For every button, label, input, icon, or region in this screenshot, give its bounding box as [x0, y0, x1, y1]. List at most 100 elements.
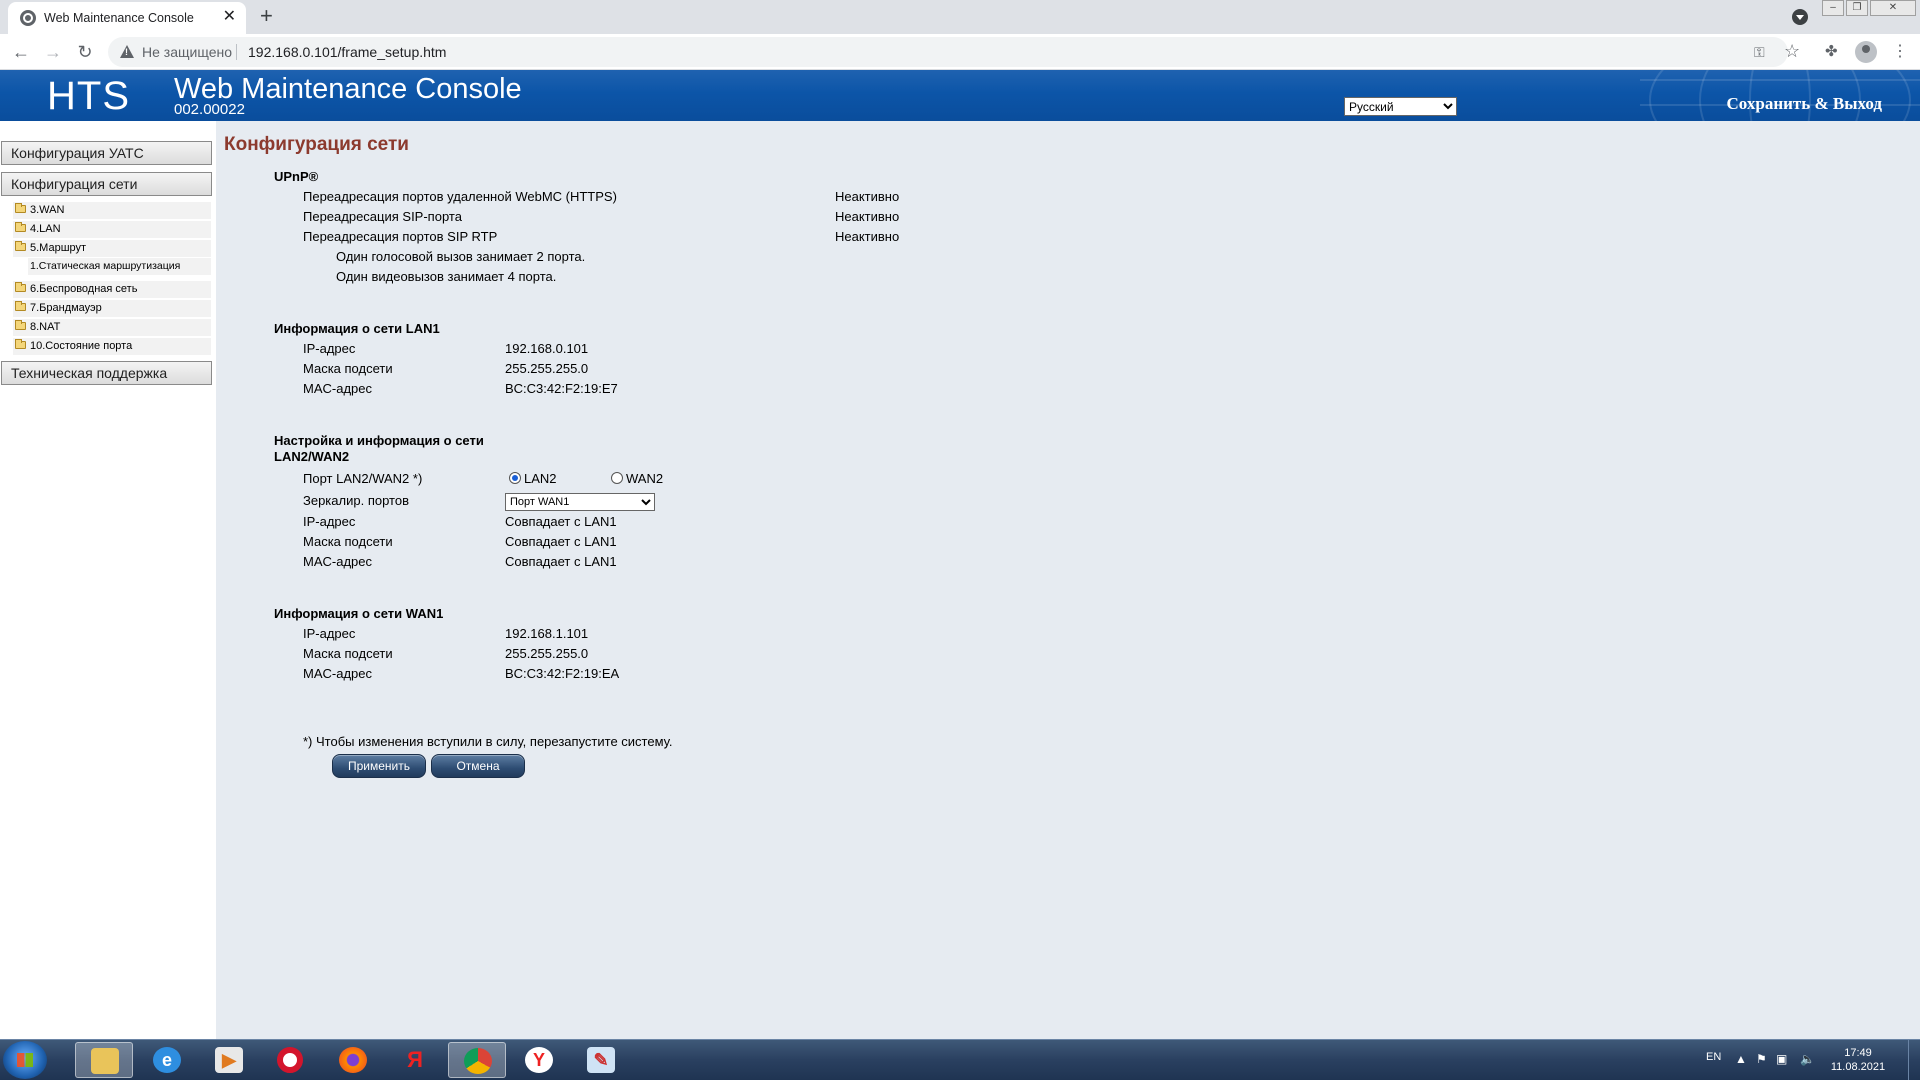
folder-icon — [15, 282, 26, 292]
upnp-rtp-value: Неактивно — [835, 229, 900, 244]
taskbar: e ▶ Я Y ✎ EN ▲ ⚑ ▣ 🔈 17:49 11.08.2021 — [0, 1039, 1920, 1080]
taskbar-yandex-browser[interactable]: Y — [510, 1042, 568, 1078]
browser-tabstrip: Web Maintenance Console ✕ + ‒ ❐ ✕ — [0, 0, 1920, 34]
folder-icon — [15, 339, 26, 349]
security-label[interactable]: Не защищено — [142, 44, 232, 60]
app-version: 002.00022 — [174, 101, 245, 118]
lan1-mask-label: Маска подсети — [303, 361, 393, 376]
globe-icon — [20, 10, 36, 26]
taskbar-ie[interactable]: e — [138, 1042, 196, 1078]
tray-show-hidden-icon[interactable]: ▲ — [1735, 1052, 1747, 1066]
port-mirroring-select[interactable]: Порт WAN1 — [505, 493, 655, 511]
folder-icon — [15, 301, 26, 311]
key-icon[interactable]: ⚿ — [1754, 44, 1765, 61]
upnp-heading: UPnP® — [274, 169, 319, 184]
radio-wan2[interactable]: WAN2 — [611, 471, 663, 486]
wan1-mac-label: MAC-адрес — [303, 666, 372, 681]
close-window-button[interactable]: ✕ — [1870, 0, 1916, 16]
lan2-heading: Настройка и информация о сети LAN2/WAN2 — [274, 433, 484, 465]
sidebar-item-lan[interactable]: 4.LAN — [13, 221, 211, 238]
main-content: Конфигурация сети UPnP® Переадресация по… — [216, 121, 1920, 1039]
sidebar-item-route[interactable]: 5.Маршрут — [13, 240, 211, 257]
taskbar-explorer[interactable] — [75, 1042, 133, 1078]
folder-icon — [15, 222, 26, 232]
radio-lan2[interactable]: LAN2 — [509, 471, 557, 486]
tab-close-icon[interactable]: ✕ — [223, 8, 236, 26]
upnp-rtp-label: Переадресация портов SIP RTP — [303, 229, 498, 244]
sidebar-item-wan[interactable]: 3.WAN — [13, 202, 211, 219]
browser-tab[interactable]: Web Maintenance Console ✕ — [8, 2, 246, 34]
show-desktop-button[interactable] — [1908, 1040, 1920, 1080]
tray-clock[interactable]: 17:49 11.08.2021 — [1828, 1046, 1888, 1074]
taskbar-firefox[interactable] — [324, 1042, 382, 1078]
wan1-ip-value: 192.168.1.101 — [505, 626, 589, 641]
firefox-icon — [339, 1047, 367, 1073]
sidebar-item-label: 6.Беспроводная сеть — [30, 283, 138, 295]
apply-button[interactable]: Применить — [332, 754, 426, 778]
tray-network-icon[interactable]: ▣ — [1776, 1052, 1787, 1066]
folder-icon — [91, 1048, 119, 1074]
sidebar-section-network[interactable]: Конфигурация сети — [1, 172, 212, 196]
warning-icon[interactable] — [120, 45, 134, 58]
lan2-ip-value: Совпадает с LAN1 — [505, 514, 617, 529]
taskbar-paint[interactable]: ✎ — [572, 1042, 630, 1078]
tray-volume-icon[interactable]: 🔈 — [1800, 1052, 1815, 1066]
extensions-puzzle-icon[interactable]: ✤ — [1825, 42, 1838, 60]
sidebar-subitem-static-routing[interactable]: 1.Статическая маршрутизация — [28, 258, 211, 275]
url-text[interactable]: 192.168.0.101/frame_setup.htm — [248, 44, 446, 60]
reload-icon[interactable]: ↻ — [73, 40, 97, 64]
sidebar-item-nat[interactable]: 8.NAT — [13, 319, 211, 336]
paint-icon: ✎ — [587, 1047, 615, 1073]
save-exit-link[interactable]: Сохранить & Выход — [1727, 94, 1882, 114]
folder-icon — [15, 241, 26, 251]
lan2-mac-value: Совпадает с LAN1 — [505, 554, 617, 569]
wan1-mask-label: Маска подсети — [303, 646, 393, 661]
sidebar-section-pbx[interactable]: Конфигурация УАТС — [1, 141, 212, 165]
app-header: HTS Web Maintenance Console 002.00022 Ру… — [0, 70, 1920, 121]
tab-search-icon[interactable] — [1792, 9, 1808, 25]
sidebar-item-firewall[interactable]: 7.Брандмауэр — [13, 300, 211, 317]
language-select[interactable]: Русский — [1344, 97, 1457, 116]
sidebar-section-support[interactable]: Техническая поддержка — [1, 361, 212, 385]
restart-note: *) Чтобы изменения вступили в силу, пере… — [303, 734, 673, 749]
taskbar-yandex[interactable]: Я — [386, 1042, 444, 1078]
windows-start-icon[interactable] — [3, 1041, 47, 1079]
lan1-mac-value: BC:C3:42:F2:19:E7 — [505, 381, 618, 396]
taskbar-media[interactable]: ▶ — [200, 1042, 258, 1078]
wan1-heading: Информация о сети WAN1 — [274, 606, 444, 621]
bookmark-star-icon[interactable]: ☆ — [1784, 41, 1800, 62]
sidebar-item-wireless[interactable]: 6.Беспроводная сеть — [13, 281, 211, 298]
minimize-button[interactable]: ‒ — [1822, 0, 1844, 16]
yandex-browser-icon: Y — [525, 1047, 553, 1073]
more-menu-icon[interactable]: ⋮ — [1892, 40, 1908, 64]
sidebar-item-label: 5.Маршрут — [30, 242, 87, 254]
upnp-sip-value: Неактивно — [835, 209, 900, 224]
tray-flag-icon[interactable]: ⚑ — [1756, 1052, 1767, 1066]
clock-time: 17:49 — [1844, 1047, 1872, 1059]
upnp-webmc-value: Неактивно — [835, 189, 900, 204]
radio-button[interactable] — [611, 472, 623, 484]
lan2-port-label: Порт LAN2/WAN2 *) — [303, 471, 423, 486]
taskbar-chrome[interactable] — [448, 1042, 506, 1078]
folder-icon — [15, 320, 26, 330]
sidebar: Конфигурация УАТС Конфигурация сети 3.WA… — [0, 121, 216, 1039]
upnp-sip-label: Переадресация SIP-порта — [303, 209, 462, 224]
radio-button-checked[interactable] — [509, 472, 521, 484]
sidebar-item-port-status[interactable]: 10.Состояние порта — [13, 338, 211, 355]
browser-toolbar: ← → ↻ Не защищено 192.168.0.101/frame_se… — [0, 34, 1920, 70]
restore-button[interactable]: ❐ — [1846, 0, 1868, 16]
tray-language[interactable]: EN — [1706, 1051, 1721, 1063]
new-tab-button[interactable]: + — [260, 5, 273, 27]
profile-avatar-icon[interactable] — [1855, 41, 1877, 63]
clock-date: 11.08.2021 — [1830, 1061, 1886, 1073]
address-bar[interactable]: Не защищено 192.168.0.101/frame_setup.ht… — [108, 37, 1800, 67]
folder-icon — [15, 203, 26, 213]
lan1-ip-label: IP-адрес — [303, 341, 356, 356]
forward-arrow-icon[interactable]: → — [41, 40, 65, 64]
lan2-ip-label: IP-адрес — [303, 514, 356, 529]
sidebar-item-label: 7.Брандмауэр — [30, 302, 102, 314]
sidebar-item-label: 8.NAT — [30, 321, 61, 333]
taskbar-opera[interactable] — [262, 1042, 320, 1078]
back-arrow-icon[interactable]: ← — [9, 40, 33, 64]
cancel-button[interactable]: Отмена — [431, 754, 525, 778]
